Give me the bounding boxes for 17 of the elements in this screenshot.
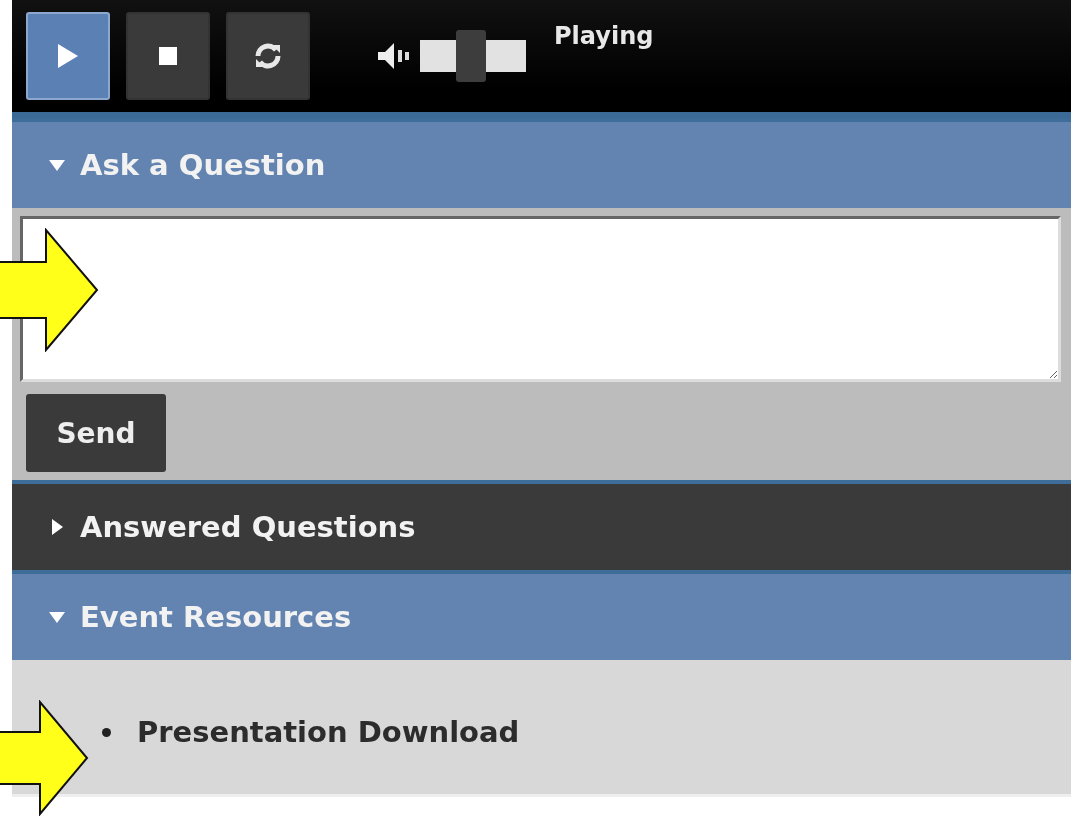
play-icon: [57, 43, 79, 69]
stop-icon: [159, 47, 177, 65]
speaker-icon: [376, 41, 412, 71]
refresh-icon: [253, 41, 283, 71]
slider-thumb[interactable]: [455, 30, 486, 82]
refresh-button[interactable]: [226, 12, 310, 100]
bullet-icon: [102, 727, 111, 737]
stop-button[interactable]: [126, 12, 210, 100]
section-header[interactable]: Answered Questions: [12, 480, 1071, 570]
play-button[interactable]: [26, 12, 110, 100]
section-title: Answered Questions: [80, 510, 416, 544]
resource-link[interactable]: Presentation Download: [137, 715, 520, 749]
section-title: Ask a Question: [80, 148, 326, 182]
question-field[interactable]: [20, 216, 1061, 382]
section-title: Event Resources: [80, 600, 352, 634]
status-text: Playing: [554, 22, 654, 50]
send-button[interactable]: Send: [26, 394, 166, 472]
